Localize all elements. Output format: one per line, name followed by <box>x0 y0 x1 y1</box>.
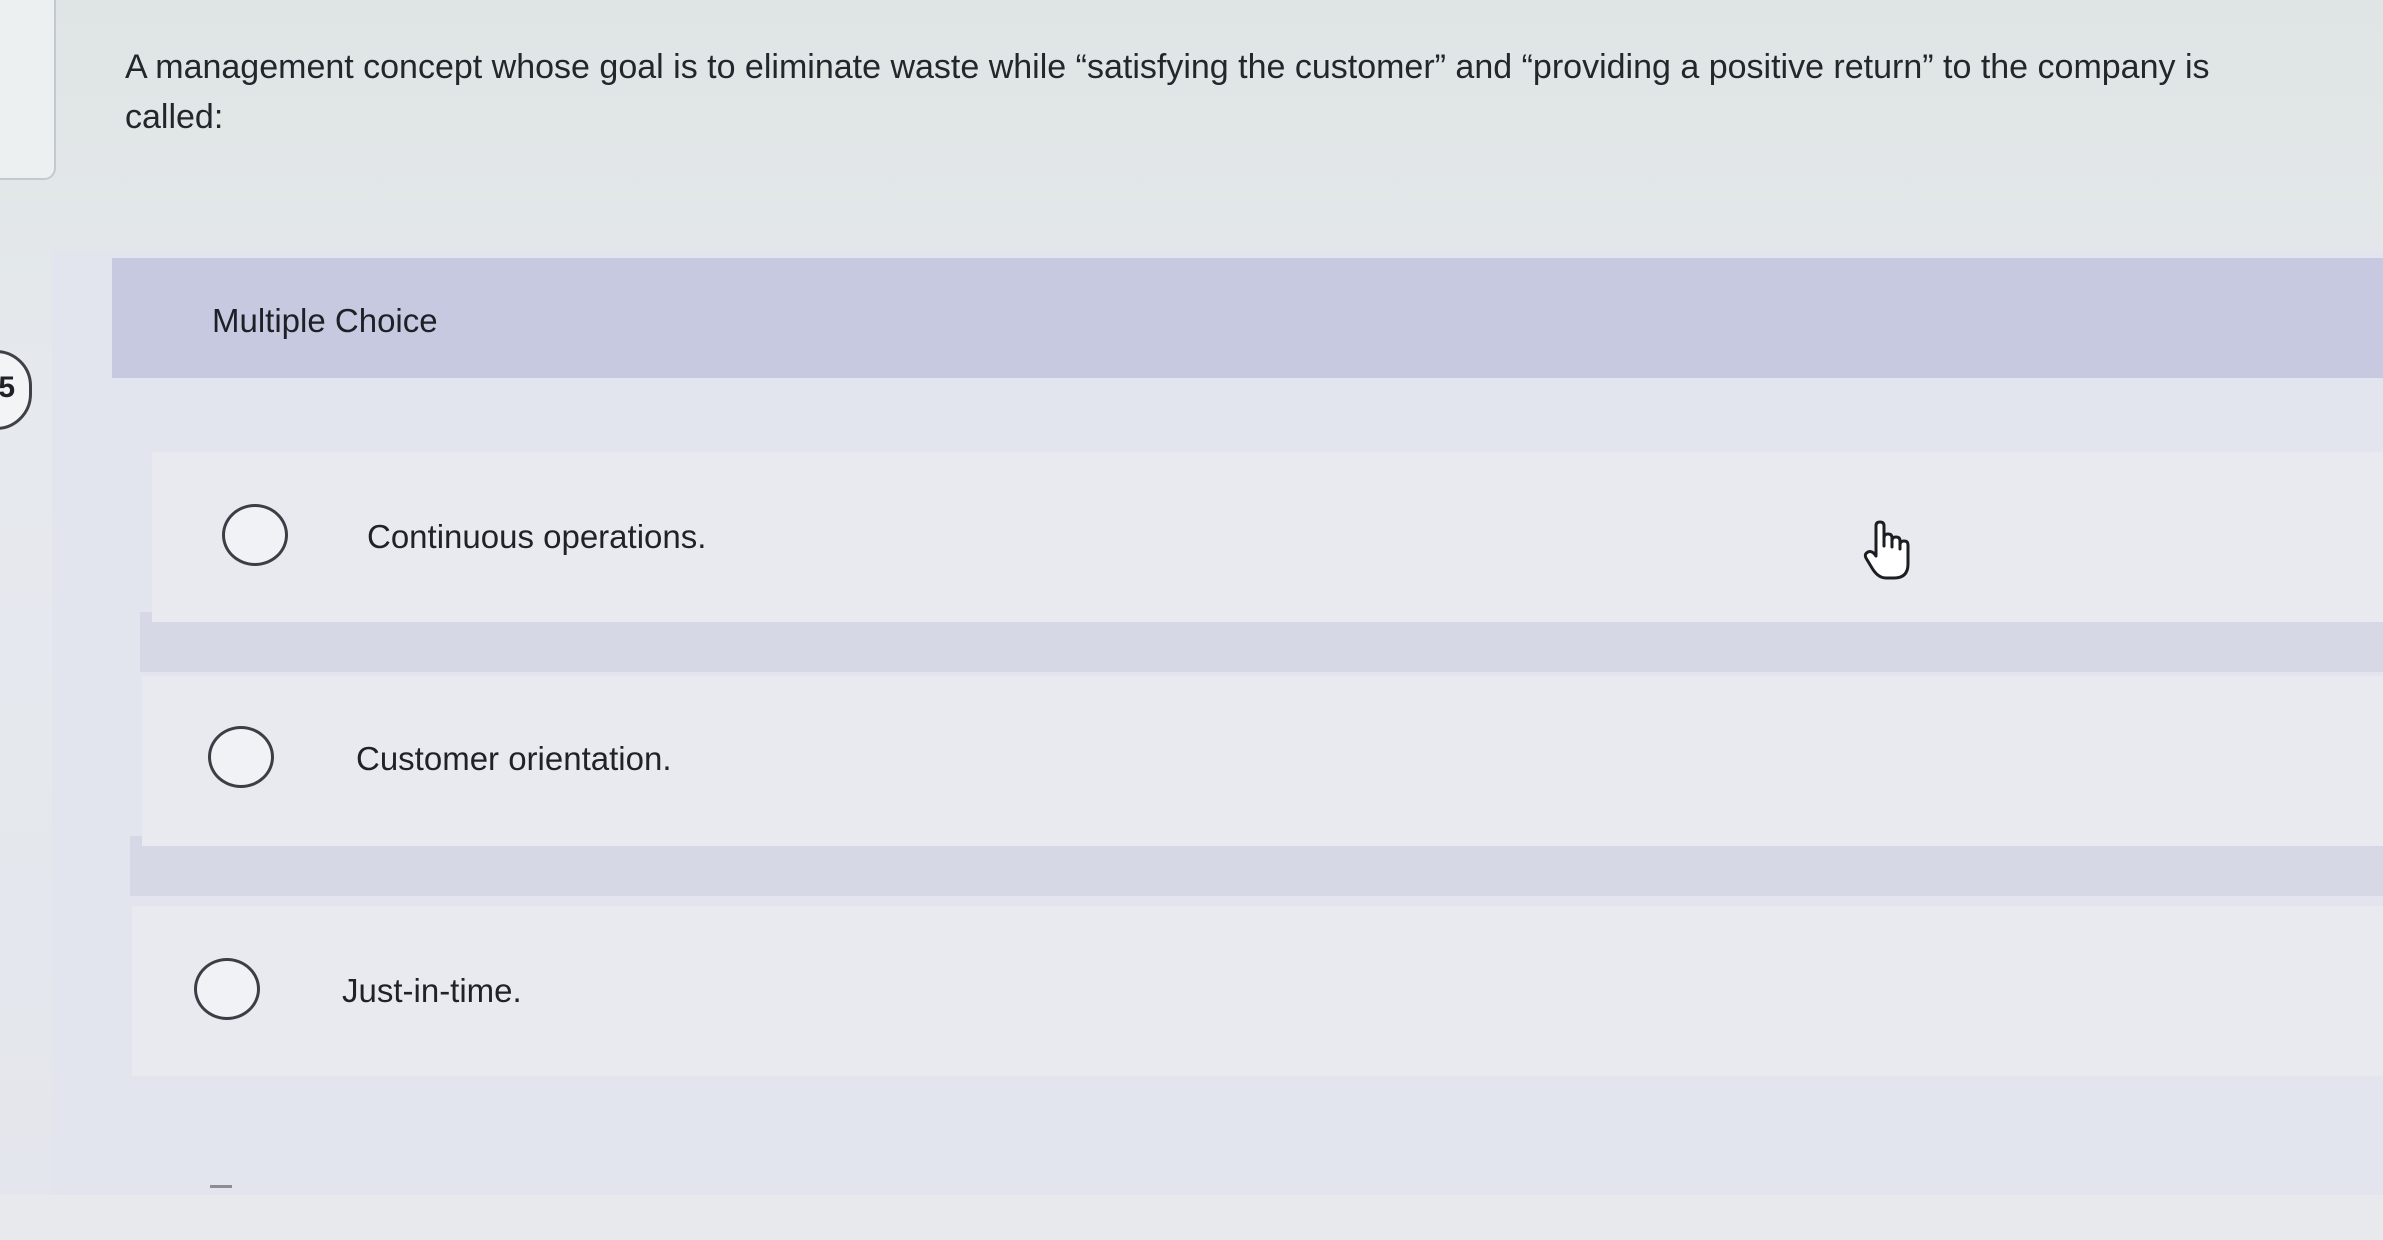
option-2-label[interactable]: Customer orientation. <box>356 740 671 778</box>
multiple-choice-label: Multiple Choice <box>212 302 438 339</box>
divider-mark <box>210 1185 232 1188</box>
previous-panel-edge <box>0 0 56 180</box>
multiple-choice-header <box>112 258 2383 378</box>
quiz-page: 5 A management concept whose goal is to … <box>0 0 2383 1240</box>
footer-strip <box>0 1195 2383 1240</box>
question-number-text: 5 <box>0 371 15 404</box>
option-3-label[interactable]: Just-in-time. <box>342 972 522 1010</box>
option-2-radio[interactable] <box>208 726 274 788</box>
option-3-radio[interactable] <box>194 958 260 1020</box>
question-text: A management concept whose goal is to el… <box>125 48 2210 136</box>
question-number-badge[interactable]: 5 <box>0 350 32 430</box>
option-1-radio[interactable] <box>222 504 288 566</box>
option-1-label[interactable]: Continuous operations. <box>367 518 706 556</box>
hand-pointer-icon <box>1863 520 1910 580</box>
